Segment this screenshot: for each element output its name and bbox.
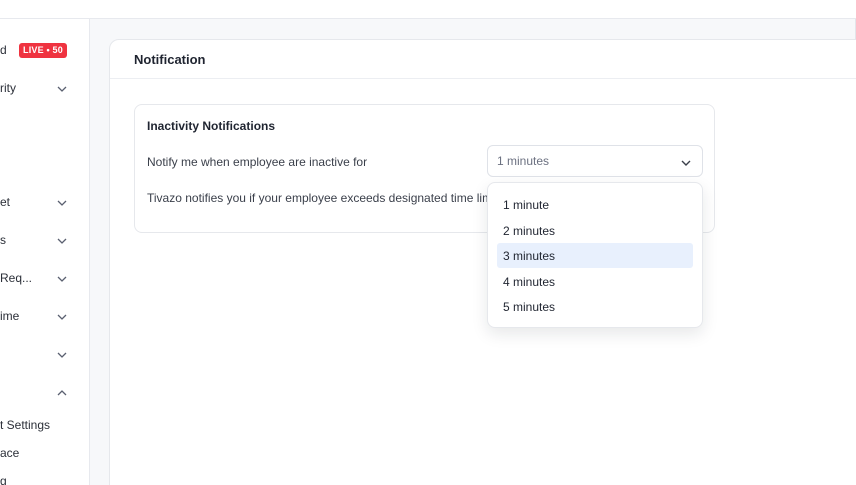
dropdown-option-2-minutes[interactable]: 2 minutes: [497, 218, 693, 243]
sidebar-item-reports[interactable]: s: [0, 229, 89, 253]
sidebar-item-label: Req...: [0, 271, 33, 285]
dropdown-option-1-minute[interactable]: 1 minute: [497, 192, 693, 217]
dropdown-option-5-minutes[interactable]: 5 minutes: [497, 294, 693, 319]
option-label: 4 minutes: [503, 275, 556, 289]
sidebar-item-time[interactable]: ime: [0, 305, 89, 329]
chevron-down-icon: [56, 273, 68, 285]
option-label: 3 minutes: [503, 249, 556, 263]
duration-dropdown-menu: 1 minute 2 minutes 3 minutes 4 minutes 5…: [487, 182, 703, 328]
sidebar-item-settings-group[interactable]: [0, 381, 89, 405]
dropdown-option-3-minutes[interactable]: 3 minutes: [497, 243, 693, 268]
sidebar-item-activity[interactable]: rity: [0, 77, 89, 101]
sidebar-item-label: s: [0, 233, 6, 247]
page-title: Notification: [134, 52, 206, 67]
dropdown-option-4-minutes[interactable]: 4 minutes: [497, 269, 693, 294]
sidebar-subitem-other[interactable]: g: [0, 474, 7, 485]
sidebar: d LIVE • 50 rity et s Req... ime t Setti…: [0, 19, 90, 485]
sidebar-item-timesheet[interactable]: et: [0, 191, 89, 215]
option-label: 1 minute: [503, 198, 550, 212]
live-badge: LIVE • 50: [19, 43, 67, 58]
inactivity-help-text: Tivazo notifies you if your employee exc…: [147, 191, 505, 205]
chevron-down-icon: [56, 197, 68, 209]
option-label: 5 minutes: [503, 300, 556, 314]
sidebar-item-dashboard[interactable]: d LIVE • 50: [0, 39, 89, 63]
chevron-down-icon: [680, 156, 692, 168]
chevron-down-icon: [56, 83, 68, 95]
chevron-down-icon: [56, 311, 68, 323]
sidebar-item-label: et: [0, 195, 11, 209]
option-label: 2 minutes: [503, 224, 556, 238]
chevron-down-icon: [56, 349, 68, 361]
panel-title: Inactivity Notifications: [147, 119, 276, 133]
sidebar-item-label: rity: [0, 81, 16, 95]
sidebar-item-collapsed[interactable]: [0, 343, 89, 367]
inactivity-duration-select[interactable]: 1 minutes: [487, 145, 703, 177]
top-bar: [0, 0, 856, 19]
sidebar-item-label: d: [0, 43, 7, 57]
select-value: 1 minutes: [497, 154, 550, 168]
chevron-down-icon: [56, 235, 68, 247]
inactivity-label: Notify me when employee are inactive for: [147, 155, 368, 169]
chevron-up-icon: [56, 387, 68, 399]
sidebar-subitem-settings[interactable]: t Settings: [0, 418, 50, 432]
card-header: Notification: [110, 40, 856, 79]
sidebar-item-label: ime: [0, 309, 20, 323]
sidebar-item-requests[interactable]: Req...: [0, 267, 89, 291]
sidebar-subitem-workspace[interactable]: ace: [0, 446, 19, 460]
